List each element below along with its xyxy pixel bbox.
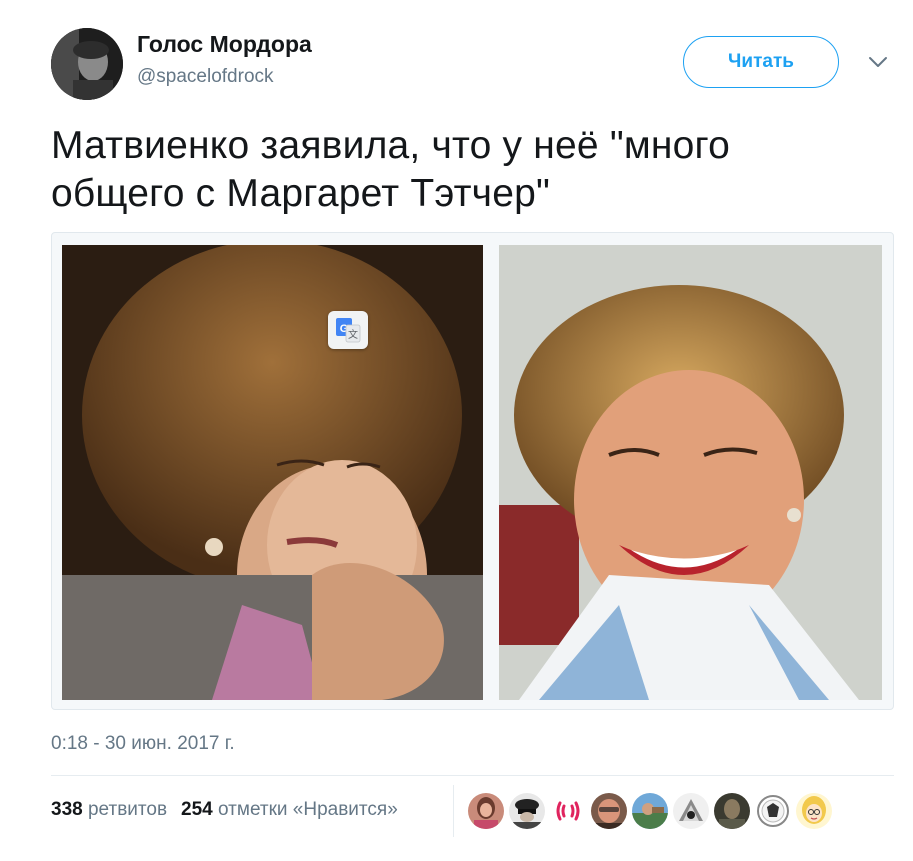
- photo-right[interactable]: [499, 245, 882, 700]
- likes-count: 254: [181, 799, 213, 820]
- tweet-text: Матвиенко заявила, что у неё "много обще…: [51, 124, 730, 215]
- liker-avatar[interactable]: [509, 793, 545, 829]
- divider: [453, 785, 454, 837]
- retweets-count: 338: [51, 799, 83, 820]
- tweet-timestamp[interactable]: 0:18 - 30 июн. 2017 г.: [51, 733, 235, 755]
- chevron-down-icon[interactable]: [866, 54, 890, 70]
- likes-label: отметки «Нравится»: [218, 799, 398, 820]
- svg-text:文: 文: [348, 328, 358, 341]
- author-name[interactable]: Голос Мордора: [137, 31, 312, 58]
- google-translate-icon[interactable]: G 文: [328, 311, 368, 349]
- divider: [51, 775, 894, 776]
- likes-stat[interactable]: 254 отметки «Нравится»: [181, 799, 398, 821]
- liker-avatar[interactable]: [591, 793, 627, 829]
- follow-button[interactable]: Читать: [683, 36, 839, 88]
- photo-left[interactable]: [62, 245, 483, 700]
- liker-avatar[interactable]: [796, 793, 832, 829]
- author-avatar[interactable]: [51, 28, 123, 100]
- tweet-media[interactable]: [51, 232, 894, 710]
- tweet-stats: 338 ретвитов 254 отметки «Нравится»: [51, 799, 398, 821]
- retweets-stat[interactable]: 338 ретвитов: [51, 799, 167, 821]
- liker-avatar[interactable]: [550, 793, 586, 829]
- liker-avatar[interactable]: [673, 793, 709, 829]
- author-handle[interactable]: @spacelofdrock: [137, 66, 274, 88]
- liker-avatar[interactable]: [755, 793, 791, 829]
- liker-avatar[interactable]: [468, 793, 504, 829]
- likers-avatars: [468, 793, 832, 829]
- retweets-label: ретвитов: [87, 799, 168, 820]
- liker-avatar[interactable]: [714, 793, 750, 829]
- liker-avatar[interactable]: [632, 793, 668, 829]
